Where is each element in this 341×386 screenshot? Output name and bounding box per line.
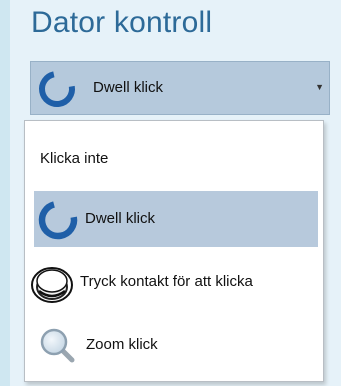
magnifier-icon xyxy=(40,328,75,363)
option-label: Zoom klick xyxy=(86,336,158,353)
selected-option-label: Dwell klick xyxy=(93,79,164,96)
option-zoom-click[interactable]: Zoom klick xyxy=(25,317,323,373)
option-no-click[interactable]: Klicka inte xyxy=(25,129,323,185)
dwell-ring-icon xyxy=(38,200,78,240)
option-switch-click[interactable]: Tryck kontakt för att klicka xyxy=(25,255,323,311)
option-label: Klicka inte xyxy=(40,150,109,167)
option-label: Tryck kontakt för att klicka xyxy=(80,273,253,290)
chevron-down-icon[interactable]: ▼ xyxy=(315,82,324,92)
page-title: Dator kontroll xyxy=(31,6,213,39)
dwell-ring-icon xyxy=(39,71,75,107)
click-mode-options-list: Klicka inte Dwell klick Tryck kontakt fö… xyxy=(24,120,324,382)
option-dwell-click[interactable]: Dwell klick xyxy=(34,191,318,247)
option-label: Dwell klick xyxy=(85,210,156,227)
switch-button-icon xyxy=(31,267,73,303)
click-mode-dropdown[interactable]: Dwell klick ▼ xyxy=(30,61,330,115)
